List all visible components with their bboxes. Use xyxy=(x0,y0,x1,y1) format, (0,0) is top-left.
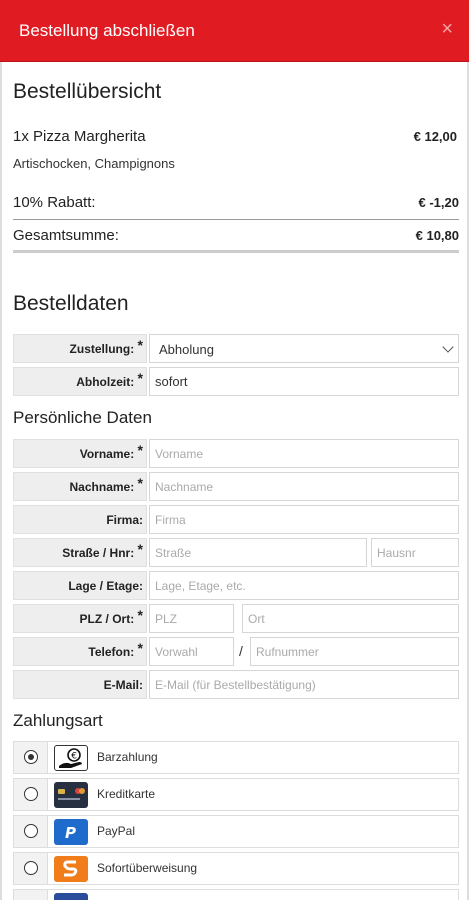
radio-button[interactable] xyxy=(24,861,38,875)
item-price: € 12,00 xyxy=(413,129,457,144)
pickup-row: Abholzeit: * xyxy=(13,367,459,396)
divider xyxy=(13,219,459,220)
payment-option-card[interactable]: Kreditkarte xyxy=(13,778,459,811)
radio-button[interactable] xyxy=(24,750,38,764)
phone-label: Telefon: * xyxy=(13,637,147,666)
item-name: 1x Pizza Margherita xyxy=(13,128,146,145)
firstname-row: Vorname: * xyxy=(13,439,459,468)
floor-row: Lage / Etage: xyxy=(13,571,459,600)
floor-input[interactable] xyxy=(149,571,459,600)
radio-cell xyxy=(14,890,48,900)
total-row: Gesamtsumme: € 10,80 xyxy=(13,221,459,249)
payment-option-more[interactable] xyxy=(13,889,459,900)
email-row: E-Mail: xyxy=(13,670,459,699)
pickup-label: Abholzeit: * xyxy=(13,367,147,396)
discount-row: 10% Rabatt: € -1,20 xyxy=(13,188,459,216)
delivery-label: Zustellung: * xyxy=(13,334,147,363)
radio-cell xyxy=(14,816,48,847)
required-star: * xyxy=(137,370,143,386)
company-row: Firma: xyxy=(13,505,459,534)
payment-label: PayPal xyxy=(97,824,136,838)
payment-option-paypal[interactable]: P PayPal xyxy=(13,815,459,848)
radio-cell xyxy=(14,779,48,810)
paypal-icon: P xyxy=(54,819,88,845)
credit-card-icon xyxy=(54,782,88,808)
phone-separator: / xyxy=(239,643,243,659)
required-star: * xyxy=(137,607,143,623)
payment-option-sofort[interactable]: Sofortüberweisung xyxy=(13,852,459,885)
total-value: € 10,80 xyxy=(415,228,459,243)
lastname-label: Nachname: * xyxy=(13,472,147,501)
modal-left-border xyxy=(0,62,2,900)
radio-cell xyxy=(14,853,48,884)
required-star: * xyxy=(137,475,143,491)
pickup-time-input[interactable] xyxy=(149,367,459,396)
floor-label: Lage / Etage: xyxy=(13,571,147,600)
required-star: * xyxy=(137,541,143,557)
discount-label: 10% Rabatt: xyxy=(13,194,96,211)
payment-more-icon xyxy=(54,893,88,900)
modal-header: Bestellung abschließen × xyxy=(0,0,469,62)
payment-label: Barzahlung xyxy=(97,750,158,764)
house-number-input[interactable] xyxy=(371,538,459,567)
radio-button[interactable] xyxy=(24,787,38,801)
zip-row: PLZ / Ort: * xyxy=(13,604,459,633)
discount-value: € -1,20 xyxy=(418,195,459,210)
sofort-icon xyxy=(54,856,88,882)
city-input[interactable] xyxy=(242,604,459,633)
svg-text:€: € xyxy=(71,752,77,762)
zip-input[interactable] xyxy=(149,604,234,633)
payment-label: Kreditkarte xyxy=(97,787,156,801)
street-label: Straße / Hnr: * xyxy=(13,538,147,567)
payment-label: Sofortüberweisung xyxy=(97,861,198,875)
svg-text:P: P xyxy=(65,824,76,842)
close-icon[interactable]: × xyxy=(441,18,453,41)
radio-button[interactable] xyxy=(24,824,38,838)
required-star: * xyxy=(137,337,143,353)
email-input[interactable] xyxy=(149,670,459,699)
lastname-row: Nachname: * xyxy=(13,472,459,501)
company-input[interactable] xyxy=(149,505,459,534)
lastname-input[interactable] xyxy=(149,472,459,501)
area-code-input[interactable] xyxy=(149,637,234,666)
required-star: * xyxy=(137,442,143,458)
phone-row: Telefon: * / xyxy=(13,637,459,666)
payment-heading: Zahlungsart xyxy=(13,711,103,730)
total-label: Gesamtsumme: xyxy=(13,227,119,244)
zip-label: PLZ / Ort: * xyxy=(13,604,147,633)
cash-hand-icon: € xyxy=(54,745,88,771)
street-row: Straße / Hnr: * xyxy=(13,538,459,567)
delivery-row: Zustellung: * Abholung xyxy=(13,334,459,363)
chevron-down-icon xyxy=(442,341,454,353)
firstname-label: Vorname: * xyxy=(13,439,147,468)
email-label: E-Mail: xyxy=(13,670,147,699)
company-label: Firma: xyxy=(13,505,147,534)
overview-heading: Bestellübersicht xyxy=(13,80,162,103)
firstname-input[interactable] xyxy=(149,439,459,468)
modal-title: Bestellung abschließen xyxy=(19,21,195,40)
street-input[interactable] xyxy=(149,538,367,567)
item-extras: Artischocken, Champignons xyxy=(13,156,175,171)
payment-option-cash[interactable]: € Barzahlung xyxy=(13,741,459,774)
delivery-value: Abholung xyxy=(159,342,214,357)
total-divider xyxy=(13,250,459,253)
personal-heading: Persönliche Daten xyxy=(13,408,152,427)
required-star: * xyxy=(137,640,143,656)
order-heading: Bestelldaten xyxy=(13,292,129,315)
delivery-select[interactable]: Abholung xyxy=(149,334,459,363)
phone-number-input[interactable] xyxy=(250,637,459,666)
radio-cell xyxy=(14,742,48,773)
